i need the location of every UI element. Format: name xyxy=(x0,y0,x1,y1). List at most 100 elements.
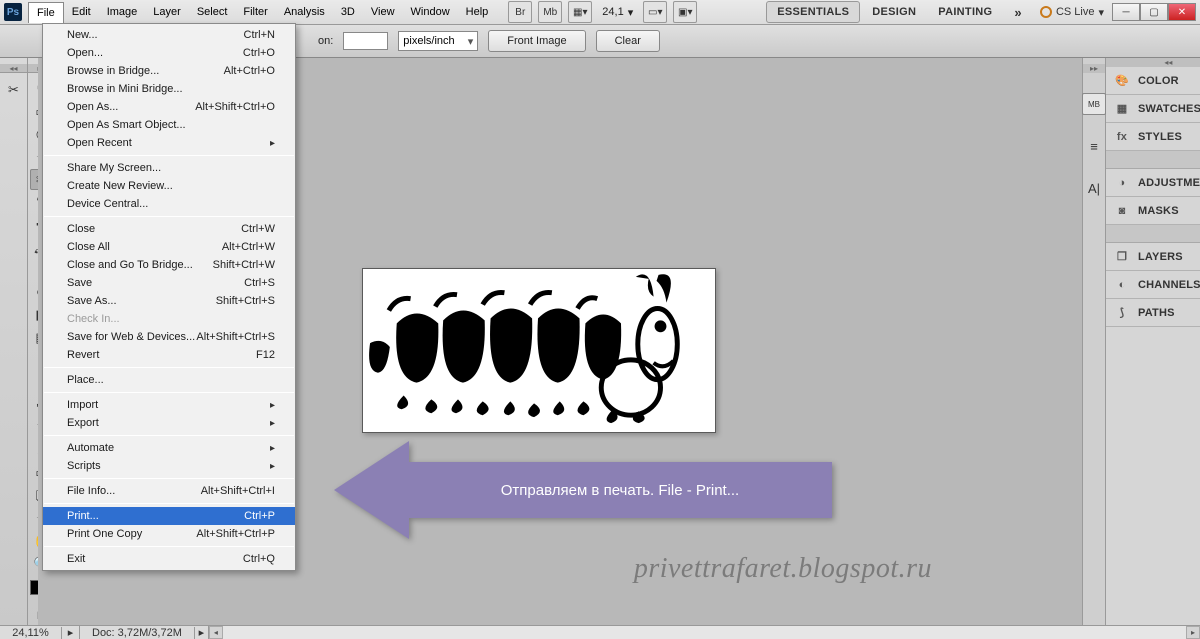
file-menu-item[interactable]: Import xyxy=(43,396,295,414)
file-menu-item[interactable]: ExitCtrl+Q xyxy=(43,550,295,568)
file-menu-item[interactable]: File Info...Alt+Shift+Ctrl+I xyxy=(43,482,295,500)
panel-masks[interactable]: ◙MASKS xyxy=(1106,197,1200,225)
menu-view[interactable]: View xyxy=(363,2,403,23)
menubar-icon-group: Br Mb ▦▾ 24,1▾ ▭▾ ▣▾ xyxy=(508,1,697,23)
file-menu-item[interactable]: Close and Go To Bridge...Shift+Ctrl+W xyxy=(43,256,295,274)
right-dock: ▸▸ MB ≡ A| ◂◂ 🎨COLOR ▦SWATCHES fxSTYLES … xyxy=(1082,58,1200,625)
arrange-docs-icon[interactable]: ▭▾ xyxy=(643,1,667,23)
menu-select[interactable]: Select xyxy=(189,2,236,23)
status-menu-icon[interactable]: ▸ xyxy=(195,626,209,639)
file-menu-item[interactable]: Close AllAlt+Ctrl+W xyxy=(43,238,295,256)
menu-analysis[interactable]: Analysis xyxy=(276,2,333,23)
file-menu-item: Check In... xyxy=(43,310,295,328)
view-extras-icon[interactable]: ▦▾ xyxy=(568,1,592,23)
file-menu-item[interactable]: CloseCtrl+W xyxy=(43,220,295,238)
file-menu-item[interactable]: Scripts xyxy=(43,457,295,475)
menu-separator xyxy=(44,478,294,479)
file-menu-item[interactable]: Open Recent xyxy=(43,134,295,152)
screen-mode-icon[interactable]: ▣▾ xyxy=(673,1,697,23)
channels-icon: ◐ xyxy=(1114,278,1130,292)
swatches-icon: ▦ xyxy=(1114,102,1130,116)
file-menu-item[interactable]: Save for Web & Devices...Alt+Shift+Ctrl+… xyxy=(43,328,295,346)
menu-layer[interactable]: Layer xyxy=(145,2,189,23)
close-button[interactable]: ✕ xyxy=(1168,3,1196,21)
palette-icon: 🎨 xyxy=(1114,74,1130,88)
file-menu-item[interactable]: New...Ctrl+N xyxy=(43,26,295,44)
file-menu-item[interactable]: Browse in Mini Bridge... xyxy=(43,80,295,98)
panel-styles[interactable]: fxSTYLES xyxy=(1106,123,1200,151)
horizontal-scrollbar[interactable]: ◂ ▸ xyxy=(209,626,1200,639)
workspace-painting[interactable]: PAINTING xyxy=(928,2,1002,22)
workspace-design[interactable]: DESIGN xyxy=(862,2,926,22)
minimize-button[interactable]: ─ xyxy=(1112,3,1140,21)
window-buttons: ─ ▢ ✕ xyxy=(1112,3,1196,21)
mini-bridge-panel-icon[interactable]: MB xyxy=(1082,93,1106,115)
file-menu-item[interactable]: Open...Ctrl+O xyxy=(43,44,295,62)
launch-bridge-icon[interactable]: Br xyxy=(508,1,532,23)
workspace-more[interactable]: » xyxy=(1004,1,1032,24)
artwork-caterpillar xyxy=(363,269,715,432)
panel-handle[interactable]: ◂◂ xyxy=(1106,58,1200,67)
menu-3d[interactable]: 3D xyxy=(333,2,363,23)
mini-bridge-icon[interactable]: Mb xyxy=(538,1,562,23)
annotation-arrow: Отправляем в печать. File - Print... xyxy=(334,441,832,539)
menu-image[interactable]: Image xyxy=(99,2,146,23)
file-menu-dropdown: New...Ctrl+NOpen...Ctrl+OBrowse in Bridg… xyxy=(42,23,296,571)
zoom-display[interactable]: 24,1▾ xyxy=(598,6,637,19)
status-doc-info[interactable]: Doc: 3,72M/3,72M xyxy=(80,627,195,639)
document-canvas[interactable] xyxy=(362,268,716,433)
menu-help[interactable]: Help xyxy=(458,2,497,23)
panel-handle[interactable]: ◂◂ xyxy=(0,64,27,73)
file-menu-item[interactable]: Device Central... xyxy=(43,195,295,213)
paths-icon: ⟆ xyxy=(1114,306,1130,320)
panel-paths[interactable]: ⟆PATHS xyxy=(1106,299,1200,327)
clear-button[interactable]: Clear xyxy=(596,30,660,52)
file-menu-item[interactable]: Open As...Alt+Shift+Ctrl+O xyxy=(43,98,295,116)
status-arrow-icon[interactable]: ▸ xyxy=(62,626,80,639)
menu-separator xyxy=(44,155,294,156)
scroll-right-icon[interactable]: ▸ xyxy=(1186,626,1200,639)
menu-items: FileEditImageLayerSelectFilterAnalysis3D… xyxy=(28,2,496,23)
menu-edit[interactable]: Edit xyxy=(64,2,99,23)
status-zoom[interactable]: 24,11% xyxy=(0,627,62,639)
panel-channels[interactable]: ◐CHANNELS xyxy=(1106,271,1200,299)
file-menu-item[interactable]: Export xyxy=(43,414,295,432)
file-menu-item[interactable]: Print One CopyAlt+Shift+Ctrl+P xyxy=(43,525,295,543)
file-menu-item[interactable]: SaveCtrl+S xyxy=(43,274,295,292)
resolution-input[interactable] xyxy=(343,32,388,50)
panel-layers[interactable]: ❐LAYERS xyxy=(1106,243,1200,271)
maximize-button[interactable]: ▢ xyxy=(1140,3,1168,21)
workspace-essentials[interactable]: ESSENTIALS xyxy=(766,1,860,23)
crop-tool-icon[interactable]: ✂ xyxy=(2,79,26,101)
menu-separator xyxy=(44,546,294,547)
panel-color[interactable]: 🎨COLOR xyxy=(1106,67,1200,95)
file-menu-item[interactable]: Create New Review... xyxy=(43,177,295,195)
panel-handle[interactable]: ▸▸ xyxy=(1083,64,1105,73)
file-menu-item[interactable]: Automate xyxy=(43,439,295,457)
menu-filter[interactable]: Filter xyxy=(235,2,275,23)
file-menu-item[interactable]: Share My Screen... xyxy=(43,159,295,177)
cs-live[interactable]: CS Live▾ xyxy=(1040,6,1104,19)
toolbar-aux: ◂◂ ✂ xyxy=(0,58,28,625)
menu-file[interactable]: File xyxy=(28,2,64,23)
panel-adjustments[interactable]: ◑ADJUSTMENTS xyxy=(1106,169,1200,197)
adjustments-icon: ◑ xyxy=(1114,176,1130,190)
menu-window[interactable]: Window xyxy=(403,2,458,23)
character-panel-icon[interactable]: A| xyxy=(1082,177,1106,199)
file-menu-item[interactable]: Save As...Shift+Ctrl+S xyxy=(43,292,295,310)
right-panels: ◂◂ 🎨COLOR ▦SWATCHES fxSTYLES ◑ADJUSTMENT… xyxy=(1106,58,1200,625)
scroll-left-icon[interactable]: ◂ xyxy=(209,626,223,639)
file-menu-item[interactable]: RevertF12 xyxy=(43,346,295,364)
front-image-button[interactable]: Front Image xyxy=(488,30,585,52)
history-panel-icon[interactable]: ≡ xyxy=(1082,135,1106,157)
file-menu-item[interactable]: Browse in Bridge...Alt+Ctrl+O xyxy=(43,62,295,80)
panel-swatches[interactable]: ▦SWATCHES xyxy=(1106,95,1200,123)
resolution-unit-select[interactable]: pixels/inch xyxy=(398,31,478,51)
menu-separator xyxy=(44,392,294,393)
file-menu-item[interactable]: Print...Ctrl+P xyxy=(43,507,295,525)
arrow-head-icon xyxy=(334,441,409,539)
masks-icon: ◙ xyxy=(1114,204,1130,218)
file-menu-item[interactable]: Open As Smart Object... xyxy=(43,116,295,134)
cs-live-icon xyxy=(1040,6,1052,18)
file-menu-item[interactable]: Place... xyxy=(43,371,295,389)
